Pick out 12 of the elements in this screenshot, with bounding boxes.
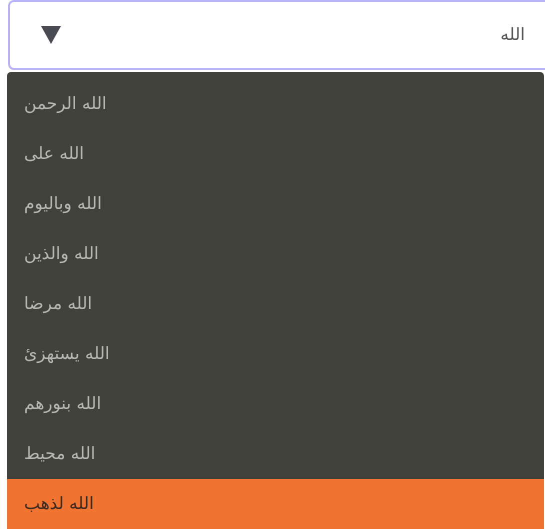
dropdown-option[interactable]: الله وباليوم — [7, 179, 544, 229]
dropdown-option[interactable]: الله لذهب — [7, 479, 544, 529]
dropdown-option[interactable]: الله على — [7, 129, 544, 179]
dropdown-option[interactable]: الله محيط — [7, 429, 544, 479]
dropdown-option[interactable]: الله والذين — [7, 229, 544, 279]
dropdown-arrow-icon[interactable] — [40, 25, 62, 45]
dropdown-option[interactable]: الله مرضا — [7, 279, 544, 329]
dropdown-option[interactable]: الله بنورهم — [7, 379, 544, 429]
combo-box[interactable]: الله — [8, 0, 545, 70]
dropdown-option[interactable]: الله يستهزئ — [7, 329, 544, 379]
search-input[interactable]: الله — [74, 25, 525, 45]
dropdown-option[interactable]: الله الرحمن — [7, 79, 544, 129]
